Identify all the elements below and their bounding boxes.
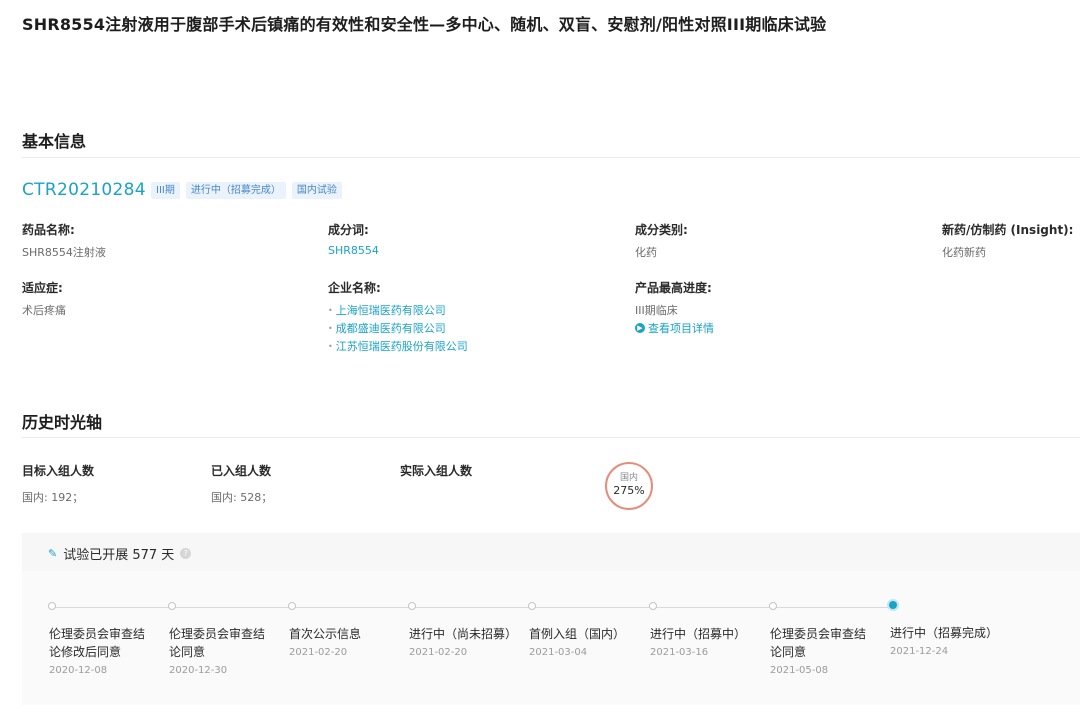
pencil-icon: ✎ [48,547,58,560]
timeline-dot [769,602,777,610]
enrolled-label: 已入组人数 [211,464,272,478]
pct-value: 275% [613,484,645,497]
timeline-event-date: 2020-12-30 [169,665,228,676]
timeline-event-date: 2021-02-20 [409,647,468,658]
tag-phase: III期 [151,182,180,199]
stat-enrolled: 已入组人数 国内: 528； [211,462,272,505]
timeline-event-current: 进行中（招募完成） 2021-12-24 [889,601,1000,657]
timeline-dot [408,602,416,610]
timeline-event-label: 进行中（招募完成） [890,626,999,640]
duration-bar: ✎ 试验已开展 577 天 ? [22,533,1080,571]
progress-value: III期临床 [635,304,678,317]
target-value: 国内: 192； [22,491,84,504]
project-detail-label: 查看项目详情 [648,322,714,335]
timeline-dot [48,602,56,610]
timeline-event-date: 2021-03-16 [650,647,709,658]
page-title: SHR8554注射液用于腹部手术后镇痛的有效性和安全性—多中心、随机、双盲、安慰… [22,15,827,34]
tag-list: III期 进行中（招募完成） 国内试验 [151,182,342,199]
timeline-event: 首例入组（国内） 2021-03-04 [528,602,639,658]
field-progress: 产品最高进度: III期临床 ▶ 查看项目详情 [635,279,714,336]
field-ingredient: 成分词: SHR8554 [328,221,379,257]
timeline-event: 伦理委员会审查结论同意 2020-12-30 [168,602,279,676]
category-label: 成分类别: [635,223,688,237]
timeline-dot [649,602,657,610]
help-icon[interactable]: ? [180,548,192,559]
drug-name-label: 药品名称: [22,223,75,237]
target-label: 目标入组人数 [22,464,95,478]
arrow-circle-icon: ▶ [635,323,645,333]
timeline-event: 首次公示信息 2021-02-20 [288,602,399,658]
timeline-event-label: 首例入组（国内） [529,627,626,641]
timeline-event: 伦理委员会审查结论修改后同意 2020-12-08 [48,602,159,676]
timeline-event-date: 2021-05-08 [770,665,829,676]
divider [22,157,1080,158]
timeline-event-label: 首次公示信息 [289,627,362,641]
ingredient-label: 成分词: [328,223,369,237]
category-value: 化药 [635,246,657,259]
timeline-event-date: 2020-12-08 [49,665,108,676]
indication-label: 适应症: [22,281,63,295]
timeline-dot [288,602,296,610]
field-new-generic: 新药/仿制药 (Insight): 化药新药 [942,221,1073,260]
stat-actual: 实际入组人数 [400,462,472,489]
timeline-event-date: 2021-12-24 [890,646,949,657]
stat-target: 目标入组人数 国内: 192； [22,462,94,505]
timeline-event: 进行中（招募中） 2021-03-16 [649,602,760,658]
actual-label: 实际入组人数 [400,464,473,478]
pct-region: 国内 [619,473,638,483]
ctr-id: CTR20210284 [22,180,146,200]
timeline-dot [528,602,536,610]
timeline-event-label: 伦理委员会审查结论修改后同意 [49,627,146,659]
drug-name-value: SHR8554注射液 [22,246,106,259]
timeline-event-label: 伦理委员会审查结论同意 [169,627,266,659]
timeline-event-date: 2021-02-20 [289,647,348,658]
duration-content: ✎ 试验已开展 577 天 ? [48,544,192,563]
tag-status: 进行中（招募完成） [185,182,286,199]
duration-text: 试验已开展 577 天 [63,548,175,563]
progress-label: 产品最高进度: [635,281,712,295]
timeline-event: 伦理委员会审查结论同意 2021-05-08 [769,602,880,676]
new-generic-label: 新药/仿制药 (Insight): [942,223,1074,237]
company-list: 上海恒瑞医药有限公司 成都盛迪医药有限公司 江苏恒瑞医药股份有限公司 [328,302,468,356]
timeline-event-label: 进行中（招募中） [650,627,747,641]
indication-value: 术后疼痛 [22,304,66,317]
field-company: 企业名称: 上海恒瑞医药有限公司 成都盛迪医药有限公司 江苏恒瑞医药股份有限公司 [328,279,468,356]
enrollment-percent-badge: 国内 275% [605,462,653,510]
divider [22,437,1080,438]
new-generic-value: 化药新药 [942,246,986,259]
field-indication: 适应症: 术后疼痛 [22,279,66,318]
ingredient-link[interactable]: SHR8554 [328,244,379,257]
section-title-history: 历史时光轴 [22,413,103,432]
field-drug-name: 药品名称: SHR8554注射液 [22,221,106,260]
timeline-event-label: 伦理委员会审查结论同意 [770,627,867,659]
company-link[interactable]: 上海恒瑞医药有限公司 [328,302,468,320]
timeline-event: 进行中（尚未招募） 2021-02-20 [408,602,519,658]
timeline-dot [168,602,176,610]
tag-region: 国内试验 [291,182,342,199]
timeline-dot-active [889,601,897,609]
field-category: 成分类别: 化药 [635,221,688,260]
enrolled-value: 国内: 528； [211,491,273,504]
company-label: 企业名称: [328,281,381,295]
company-link[interactable]: 成都盛迪医药有限公司 [328,320,468,338]
company-link[interactable]: 江苏恒瑞医药股份有限公司 [328,338,468,356]
section-title-basic-info: 基本信息 [22,132,87,151]
timeline-event-date: 2021-03-04 [529,647,588,658]
project-detail-link[interactable]: ▶ 查看项目详情 [635,320,714,336]
timeline-event-label: 进行中（尚未招募） [409,627,518,641]
